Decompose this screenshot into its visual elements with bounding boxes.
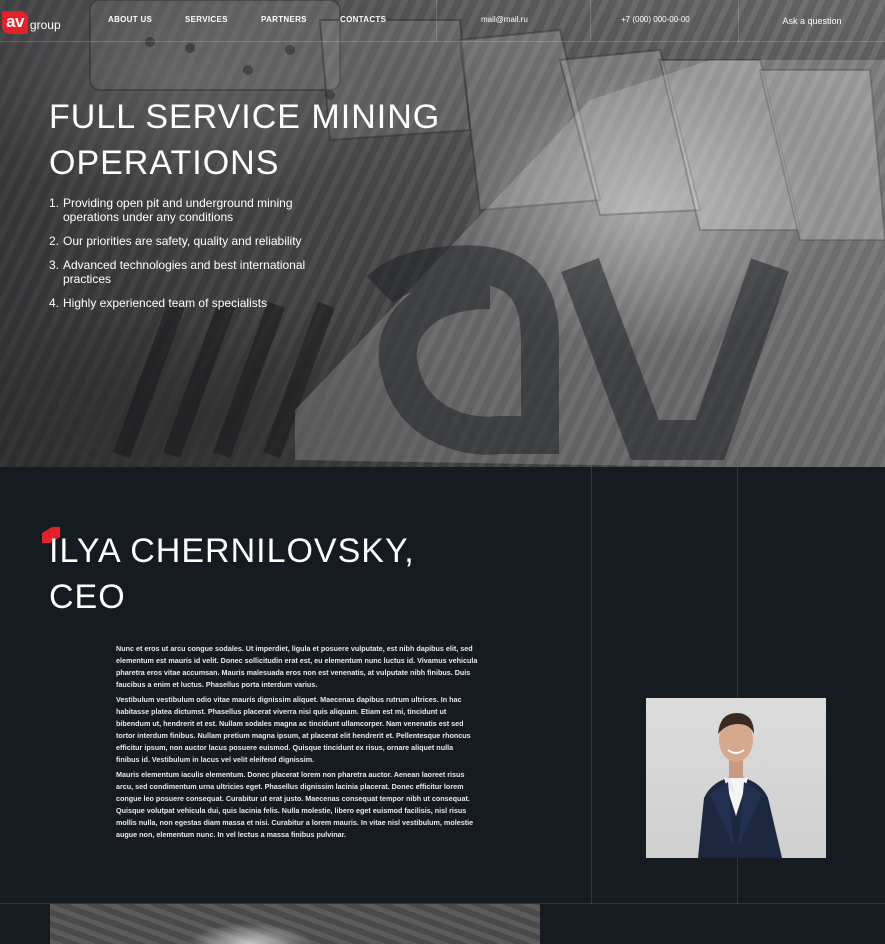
moon-surface-image <box>50 904 540 944</box>
logo[interactable]: av group <box>2 6 61 34</box>
ceo-portrait-illustration <box>698 712 782 858</box>
nav-link-partners[interactable]: PARTNERS <box>261 15 307 24</box>
hero-benefits-list: 1. Providing open pit and underground min… <box>49 196 349 320</box>
ceo-section: ILYA CHERNILOVSKY, CEO Nunc et eros ut a… <box>0 467 885 904</box>
bio-paragraph: Vestibulum vestibulum odio vitae mauris … <box>116 695 471 764</box>
nav-email[interactable]: mail@mail.ru <box>481 15 528 24</box>
hero-section: FULL SERVICE MINING OPERATIONS 1. Providi… <box>0 0 885 467</box>
logo-av: av <box>2 11 28 34</box>
hero-title: FULL SERVICE MINING OPERATIONS <box>49 98 441 182</box>
hero-benefit-item: 1. Providing open pit and underground min… <box>49 196 293 224</box>
grid-line <box>591 467 592 904</box>
logo-group: group <box>29 18 61 32</box>
ceo-bio: Nunc et eros ut arcu congue sodales. Ut … <box>116 643 478 844</box>
top-navigation: av group ABOUT US SERVICES PARTNERS CONT… <box>0 0 885 42</box>
bio-paragraph: Mauris elementum iaculis elementum. Done… <box>116 770 474 839</box>
nav-link-contacts[interactable]: CONTACTS <box>340 15 386 24</box>
ask-question-button[interactable]: Ask a question <box>738 0 885 42</box>
nav-link-about-us[interactable]: ABOUT US <box>108 15 152 24</box>
bio-paragraph: Nunc et eros ut arcu congue sodales. Ut … <box>116 644 478 689</box>
hero-benefit-item: 4. Highly experienced team of specialists <box>49 296 268 310</box>
ceo-photo <box>646 698 826 858</box>
hero-benefit-item: 3. Advanced technologies and best interna… <box>49 258 306 286</box>
nav-divider <box>436 0 437 42</box>
nav-phone[interactable]: +7 (000) 000-00-00 <box>621 15 690 24</box>
nav-link-services[interactable]: SERVICES <box>185 15 228 24</box>
hero-benefit-item: 2. Our priorities are safety, quality and… <box>49 234 302 248</box>
nav-divider <box>590 0 591 42</box>
next-section-preview <box>0 904 885 944</box>
ceo-name-title: ILYA CHERNILOVSKY, CEO <box>49 532 415 616</box>
